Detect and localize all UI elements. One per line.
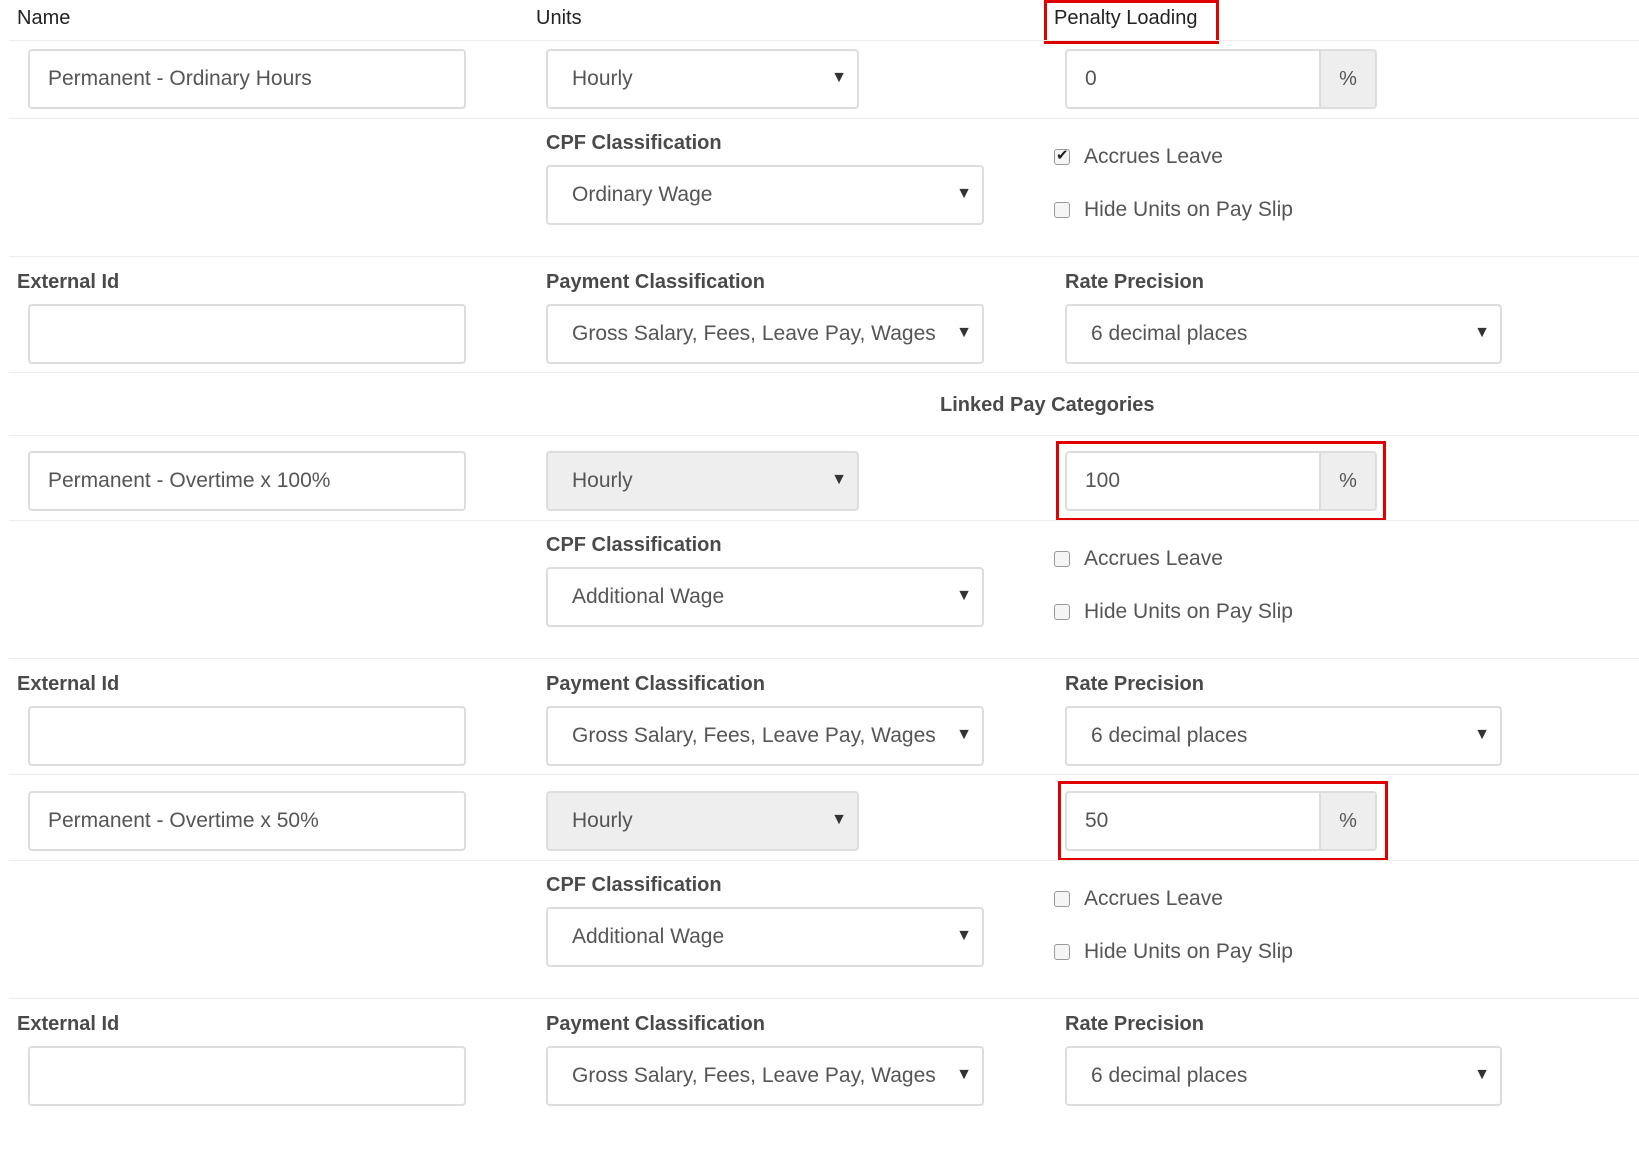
linked-1-cpf-value: Additional Wage [572, 585, 725, 608]
chevron-down-icon: ▼ [956, 726, 972, 743]
linked-1-rate-precision-label: Rate Precision [1065, 673, 1204, 695]
hide-units-label: Hide Units on Pay Slip [1084, 940, 1293, 963]
chevron-down-icon: ▼ [956, 324, 972, 341]
primary-hide-units-option[interactable]: Hide Units on Pay Slip [1054, 198, 1293, 222]
primary-penalty-input[interactable]: 0 [1067, 51, 1319, 107]
row-divider [9, 435, 1639, 436]
linked-2-cpf-label: CPF Classification [546, 874, 722, 896]
linked-2-payment-classification-value: Gross Salary, Fees, Leave Pay, Wages [572, 1064, 936, 1087]
linked-2-accrues-leave-checkbox[interactable] [1054, 891, 1070, 907]
linked-1-external-id-input[interactable] [28, 706, 466, 766]
primary-units-select[interactable]: Hourly ▼ [546, 49, 859, 109]
chevron-down-icon: ▼ [956, 1066, 972, 1083]
linked-2-name-input[interactable]: Permanent - Overtime x 50% [28, 791, 466, 851]
linked-1-rate-precision-select[interactable]: 6 decimal places ▼ [1065, 706, 1502, 766]
linked-1-external-id-label: External Id [17, 673, 120, 695]
linked-2-hide-units-checkbox[interactable] [1054, 944, 1070, 960]
primary-external-id-label: External Id [17, 271, 120, 293]
linked-1-accrues-leave-option[interactable]: Accrues Leave [1054, 547, 1223, 571]
linked-2-external-id-label: External Id [17, 1013, 120, 1035]
primary-rate-precision-value: 6 decimal places [1091, 322, 1248, 345]
linked-1-penalty-highlight [1056, 441, 1386, 521]
primary-cpf-value: Ordinary Wage [572, 183, 713, 206]
header-divider [9, 40, 1639, 41]
row-divider [9, 520, 1639, 521]
units-column-header: Units [536, 7, 582, 29]
row-divider [9, 372, 1639, 373]
chevron-down-icon: ▼ [831, 811, 847, 828]
name-column-header: Name [17, 7, 71, 29]
primary-payment-classification-select[interactable]: Gross Salary, Fees, Leave Pay, Wages ▼ [546, 304, 984, 364]
row-divider [9, 860, 1639, 861]
primary-payment-classification-label: Payment Classification [546, 271, 765, 293]
linked-1-hide-units-option[interactable]: Hide Units on Pay Slip [1054, 600, 1293, 624]
chevron-down-icon: ▼ [1474, 1066, 1490, 1083]
row-divider [9, 118, 1639, 119]
linked-2-units-select: Hourly ▼ [546, 791, 859, 851]
linked-2-units-value: Hourly [572, 809, 633, 832]
linked-1-cpf-select[interactable]: Additional Wage ▼ [546, 567, 984, 627]
primary-name-input[interactable]: Permanent - Ordinary Hours [28, 49, 466, 109]
hide-units-label: Hide Units on Pay Slip [1084, 198, 1293, 221]
linked-2-external-id-input[interactable] [28, 1046, 466, 1106]
chevron-down-icon: ▼ [956, 587, 972, 604]
primary-hide-units-checkbox[interactable] [1054, 202, 1070, 218]
primary-cpf-select[interactable]: Ordinary Wage ▼ [546, 165, 984, 225]
linked-1-payment-classification-select[interactable]: Gross Salary, Fees, Leave Pay, Wages ▼ [546, 706, 984, 766]
linked-2-rate-precision-select[interactable]: 6 decimal places ▼ [1065, 1046, 1502, 1106]
primary-rate-precision-select[interactable]: 6 decimal places ▼ [1065, 304, 1502, 364]
linked-1-rate-precision-value: 6 decimal places [1091, 724, 1248, 747]
linked-1-name-input[interactable]: Permanent - Overtime x 100% [28, 451, 466, 511]
accrues-leave-label: Accrues Leave [1084, 547, 1223, 570]
linked-1-hide-units-checkbox[interactable] [1054, 604, 1070, 620]
chevron-down-icon: ▼ [831, 69, 847, 86]
row-divider [9, 256, 1639, 257]
primary-external-id-input[interactable] [28, 304, 466, 364]
linked-1-units-value: Hourly [572, 469, 633, 492]
primary-rate-precision-label: Rate Precision [1065, 271, 1204, 293]
row-divider [9, 998, 1639, 999]
linked-2-payment-classification-select[interactable]: Gross Salary, Fees, Leave Pay, Wages ▼ [546, 1046, 984, 1106]
linked-pay-categories-title: Linked Pay Categories [940, 394, 1155, 416]
primary-accrues-leave-checkbox[interactable] [1054, 146, 1070, 165]
linked-1-units-select: Hourly ▼ [546, 451, 859, 511]
penalty-loading-highlight [1044, 0, 1219, 44]
chevron-down-icon: ▼ [1474, 324, 1490, 341]
accrues-leave-label: Accrues Leave [1084, 145, 1223, 168]
linked-2-accrues-leave-option[interactable]: Accrues Leave [1054, 887, 1223, 911]
linked-2-hide-units-option[interactable]: Hide Units on Pay Slip [1054, 940, 1293, 964]
chevron-down-icon: ▼ [956, 185, 972, 202]
linked-2-cpf-select[interactable]: Additional Wage ▼ [546, 907, 984, 967]
chevron-down-icon: ▼ [831, 471, 847, 488]
linked-2-payment-classification-label: Payment Classification [546, 1013, 765, 1035]
linked-2-cpf-value: Additional Wage [572, 925, 725, 948]
primary-units-value: Hourly [572, 67, 633, 90]
linked-1-payment-classification-label: Payment Classification [546, 673, 765, 695]
primary-cpf-label: CPF Classification [546, 132, 722, 154]
row-divider [9, 658, 1639, 659]
linked-2-rate-precision-label: Rate Precision [1065, 1013, 1204, 1035]
chevron-down-icon: ▼ [1474, 726, 1490, 743]
primary-penalty-input-group[interactable]: 0 % [1065, 49, 1377, 109]
linked-2-rate-precision-value: 6 decimal places [1091, 1064, 1248, 1087]
chevron-down-icon: ▼ [956, 927, 972, 944]
linked-1-accrues-leave-checkbox[interactable] [1054, 551, 1070, 567]
hide-units-label: Hide Units on Pay Slip [1084, 600, 1293, 623]
row-divider [9, 774, 1639, 775]
linked-1-cpf-label: CPF Classification [546, 534, 722, 556]
primary-accrues-leave-option[interactable]: Accrues Leave [1054, 145, 1223, 169]
linked-1-payment-classification-value: Gross Salary, Fees, Leave Pay, Wages [572, 724, 936, 747]
primary-payment-classification-value: Gross Salary, Fees, Leave Pay, Wages [572, 322, 936, 345]
linked-2-penalty-highlight [1058, 781, 1388, 861]
percent-addon: % [1319, 51, 1375, 107]
accrues-leave-label: Accrues Leave [1084, 887, 1223, 910]
